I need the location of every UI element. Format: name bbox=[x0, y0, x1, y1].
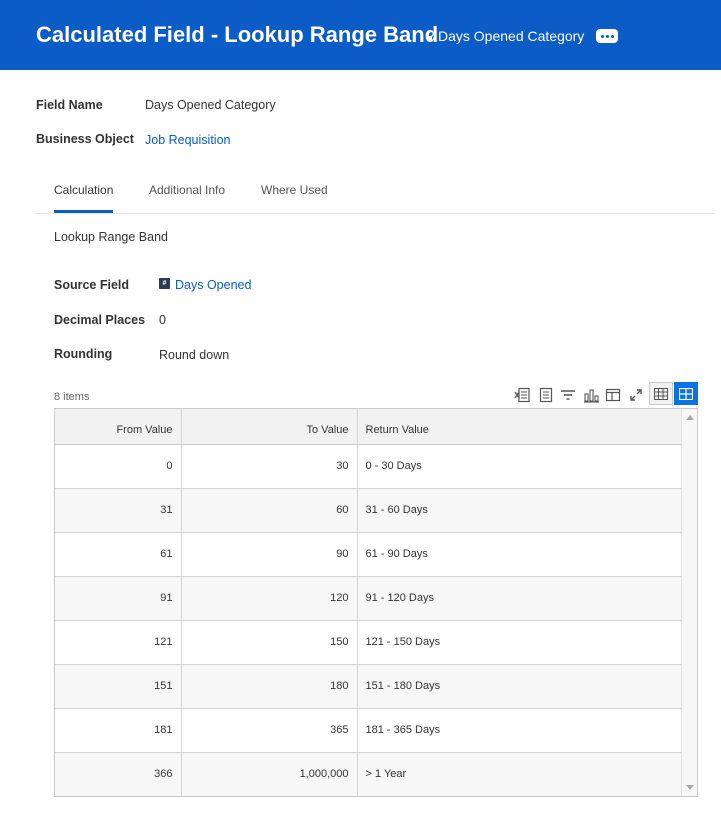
cell-from-value: 121 bbox=[55, 620, 182, 665]
grid-scrollbar[interactable] bbox=[681, 409, 697, 796]
header-object-name[interactable]: Days Opened Category bbox=[438, 28, 584, 44]
numeric-field-icon: # bbox=[159, 278, 170, 289]
field-name-value: Days Opened Category bbox=[145, 98, 276, 112]
table-row: 121 150 121 - 150 Days bbox=[55, 620, 683, 665]
page-header: Calculated Field - Lookup Range Band Day… bbox=[0, 0, 721, 70]
pdf-export-icon[interactable] bbox=[537, 386, 555, 404]
cell-return-value: 181 - 365 Days bbox=[357, 708, 683, 753]
table-row: 181 365 181 - 365 Days bbox=[55, 708, 683, 753]
cell-to-value: 180 bbox=[181, 664, 358, 709]
table-row: 61 90 61 - 90 Days bbox=[55, 532, 683, 577]
decimal-places-value: 0 bbox=[159, 313, 166, 327]
table-row: 366 1,000,000 > 1 Year bbox=[55, 752, 683, 796]
cell-to-value: 90 bbox=[181, 532, 358, 577]
tab-calculation[interactable]: Calculation bbox=[54, 183, 113, 197]
filter-icon[interactable] bbox=[559, 386, 577, 404]
table-row: 31 60 31 - 60 Days bbox=[55, 488, 683, 533]
cell-return-value: 61 - 90 Days bbox=[357, 532, 683, 577]
table-header-row: From Value To Value Return Value bbox=[55, 409, 683, 445]
cell-from-value: 61 bbox=[55, 532, 182, 577]
tabs-divider bbox=[36, 213, 715, 214]
cell-from-value: 0 bbox=[55, 444, 182, 489]
column-header-to-value[interactable]: To Value bbox=[181, 409, 358, 445]
rounding-value: Round down bbox=[159, 348, 230, 362]
cell-to-value: 150 bbox=[181, 620, 358, 665]
rounding-label: Rounding bbox=[54, 347, 113, 361]
fullscreen-icon[interactable] bbox=[627, 386, 645, 404]
ellipsis-icon[interactable] bbox=[596, 29, 618, 43]
related-actions-icon[interactable] bbox=[426, 30, 436, 42]
source-field-label: Source Field bbox=[54, 278, 130, 292]
cell-to-value: 120 bbox=[181, 576, 358, 621]
cell-to-value: 1,000,000 bbox=[181, 752, 358, 796]
business-object-label: Business Object bbox=[36, 132, 134, 146]
decimal-places-label: Decimal Places bbox=[54, 313, 146, 327]
cell-return-value: 151 - 180 Days bbox=[357, 664, 683, 709]
table-row: 91 120 91 - 120 Days bbox=[55, 576, 683, 621]
table-view-icon[interactable] bbox=[649, 382, 673, 405]
items-count: 8 items bbox=[54, 391, 90, 403]
scroll-down-icon[interactable] bbox=[686, 785, 694, 790]
cell-to-value: 30 bbox=[181, 444, 358, 489]
cell-from-value: 91 bbox=[55, 576, 182, 621]
range-band-grid: From Value To Value Return Value 0 30 0 … bbox=[54, 408, 698, 797]
cell-from-value: 31 bbox=[55, 488, 182, 533]
cell-to-value: 60 bbox=[181, 488, 358, 533]
business-object-link[interactable]: Job Requisition bbox=[145, 133, 230, 147]
column-header-return-value[interactable]: Return Value bbox=[357, 409, 683, 445]
function-name: Lookup Range Band bbox=[54, 230, 168, 244]
scroll-up-icon[interactable] bbox=[686, 415, 694, 420]
chart-icon[interactable] bbox=[582, 386, 600, 404]
tab-additional-info[interactable]: Additional Info bbox=[149, 183, 225, 197]
cell-from-value: 366 bbox=[55, 752, 182, 796]
cell-from-value: 181 bbox=[55, 708, 182, 753]
cell-from-value: 151 bbox=[55, 664, 182, 709]
table-row: 151 180 151 - 180 Days bbox=[55, 664, 683, 709]
cell-return-value: 31 - 60 Days bbox=[357, 488, 683, 533]
source-field-link[interactable]: Days Opened bbox=[175, 278, 251, 292]
field-name-label: Field Name bbox=[36, 98, 103, 112]
excel-export-icon[interactable] bbox=[513, 386, 531, 404]
cell-return-value: 91 - 120 Days bbox=[357, 576, 683, 621]
cell-to-value: 365 bbox=[181, 708, 358, 753]
page-title: Calculated Field - Lookup Range Band bbox=[36, 22, 439, 47]
cell-return-value: 0 - 30 Days bbox=[357, 444, 683, 489]
tab-where-used[interactable]: Where Used bbox=[261, 183, 328, 197]
range-band-table: From Value To Value Return Value 0 30 0 … bbox=[55, 409, 683, 796]
column-header-from-value[interactable]: From Value bbox=[55, 409, 182, 445]
cell-return-value: > 1 Year bbox=[357, 752, 683, 796]
cell-return-value: 121 - 150 Days bbox=[357, 620, 683, 665]
grid-view-icon[interactable] bbox=[674, 382, 698, 405]
column-layout-icon[interactable] bbox=[604, 386, 622, 404]
table-row: 0 30 0 - 30 Days bbox=[55, 444, 683, 489]
header-object-link[interactable]: Days Opened Category bbox=[426, 28, 584, 44]
